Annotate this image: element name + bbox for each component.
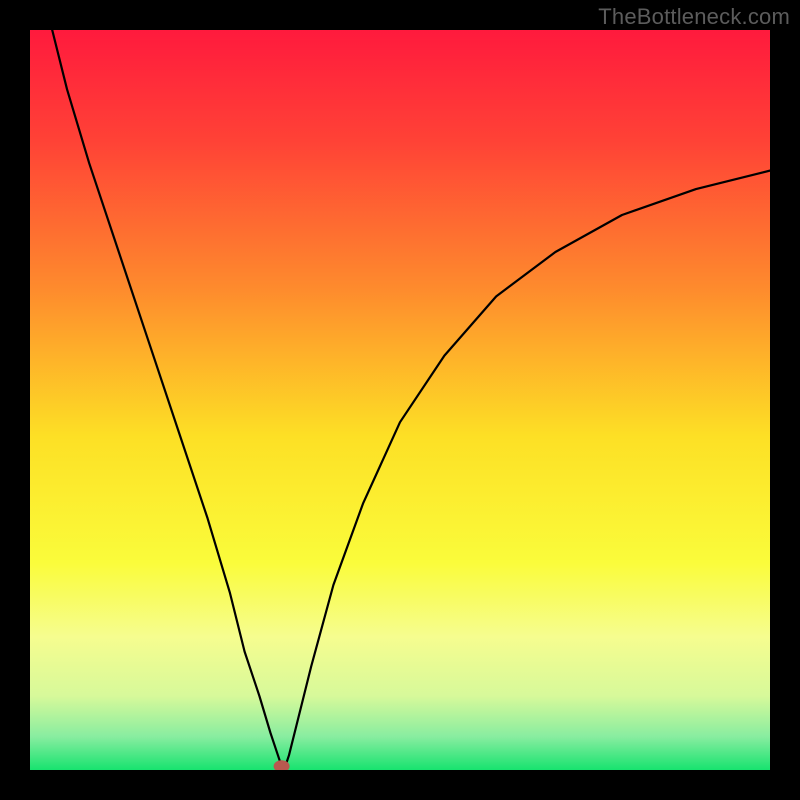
bottleneck-chart bbox=[30, 30, 770, 770]
chart-background bbox=[30, 30, 770, 770]
chart-frame bbox=[30, 30, 770, 770]
watermark-text: TheBottleneck.com bbox=[598, 4, 790, 30]
